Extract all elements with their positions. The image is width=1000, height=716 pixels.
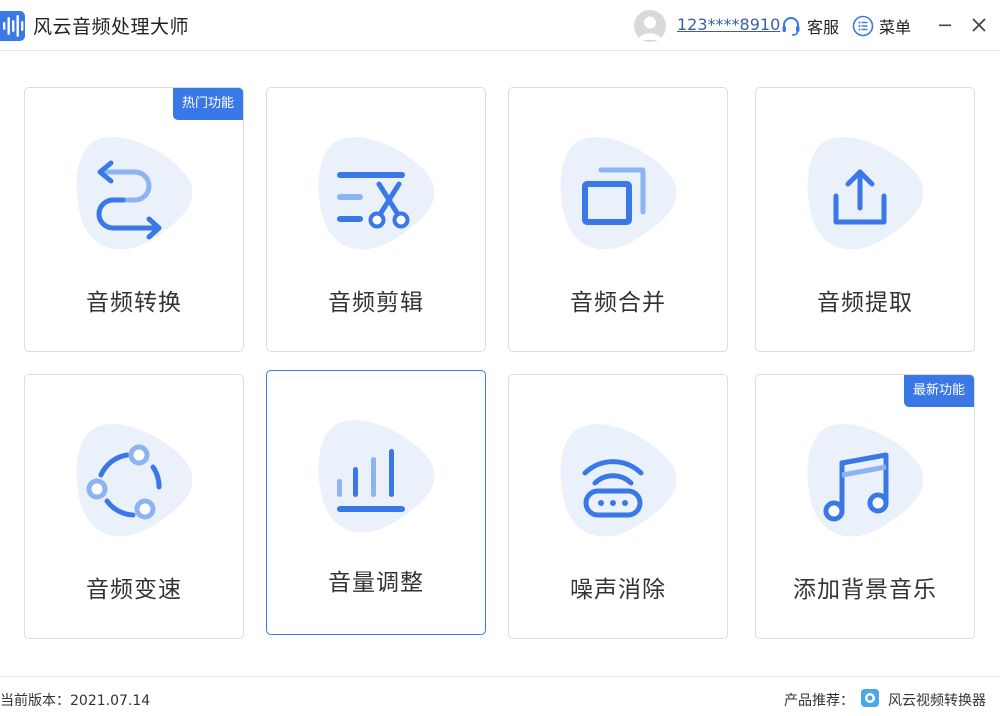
noise-router-icon [560, 424, 677, 537]
version-text: 当前版本：2021.07.14 [0, 693, 151, 709]
feature-label: 音频变速 [86, 577, 182, 603]
menu-list-icon [852, 15, 874, 37]
scissors-list-icon [318, 137, 435, 250]
menu-label: 菜单 [879, 18, 912, 37]
video-converter-icon[interactable] [861, 689, 879, 707]
close-button[interactable] [968, 14, 990, 36]
feature-label: 音频转换 [86, 290, 182, 316]
feature-card-audio-merge[interactable]: 音频合并 [508, 87, 728, 352]
app-logo-icon [0, 11, 25, 41]
recommend-label: 产品推荐： [784, 693, 854, 709]
new-feature-badge: 最新功能 [903, 375, 974, 407]
feature-label: 音量调整 [328, 570, 424, 596]
recommend-product-link[interactable]: 风云视频转换器 [888, 690, 986, 710]
feature-card-noise-removal[interactable]: 噪声消除 [508, 374, 728, 639]
app-title: 风云音频处理大师 [33, 16, 190, 38]
menu-button[interactable]: 菜单 [852, 14, 911, 38]
music-note-icon [807, 424, 924, 537]
feature-card-add-bgm[interactable]: 最新功能 添加背景音乐 [755, 374, 975, 639]
feature-label: 噪声消除 [570, 577, 666, 603]
feature-card-audio-speed[interactable]: 音频变速 [24, 374, 244, 639]
feature-label: 添加背景音乐 [793, 577, 937, 603]
feature-label: 音频剪辑 [328, 290, 424, 316]
feature-card-volume-adjust[interactable]: 音量调整 [266, 370, 486, 635]
feature-card-audio-edit[interactable]: 音频剪辑 [266, 87, 486, 352]
volume-bars-icon [318, 420, 435, 533]
feature-card-audio-convert[interactable]: 热门功能 音频转换 [24, 87, 244, 352]
feature-label: 音频合并 [570, 290, 666, 316]
minimize-icon [939, 24, 951, 27]
title-bar: 风云音频处理大师 123****8910 客服 菜单 [0, 0, 1000, 51]
minimize-button[interactable] [934, 14, 956, 36]
speed-circle-icon [76, 424, 193, 537]
headset-icon [782, 17, 800, 36]
support-label: 客服 [807, 18, 840, 37]
feature-label: 音频提取 [817, 290, 913, 316]
user-account-link[interactable]: 123****8910 [677, 15, 780, 34]
convert-arrows-icon [76, 137, 193, 250]
user-avatar[interactable] [634, 10, 666, 42]
merge-squares-icon [560, 137, 677, 250]
support-button[interactable]: 客服 [780, 14, 839, 38]
close-icon [972, 18, 986, 32]
hot-feature-badge: 热门功能 [172, 88, 243, 120]
feature-card-audio-extract[interactable]: 音频提取 [755, 87, 975, 352]
upload-tray-icon [807, 137, 924, 250]
